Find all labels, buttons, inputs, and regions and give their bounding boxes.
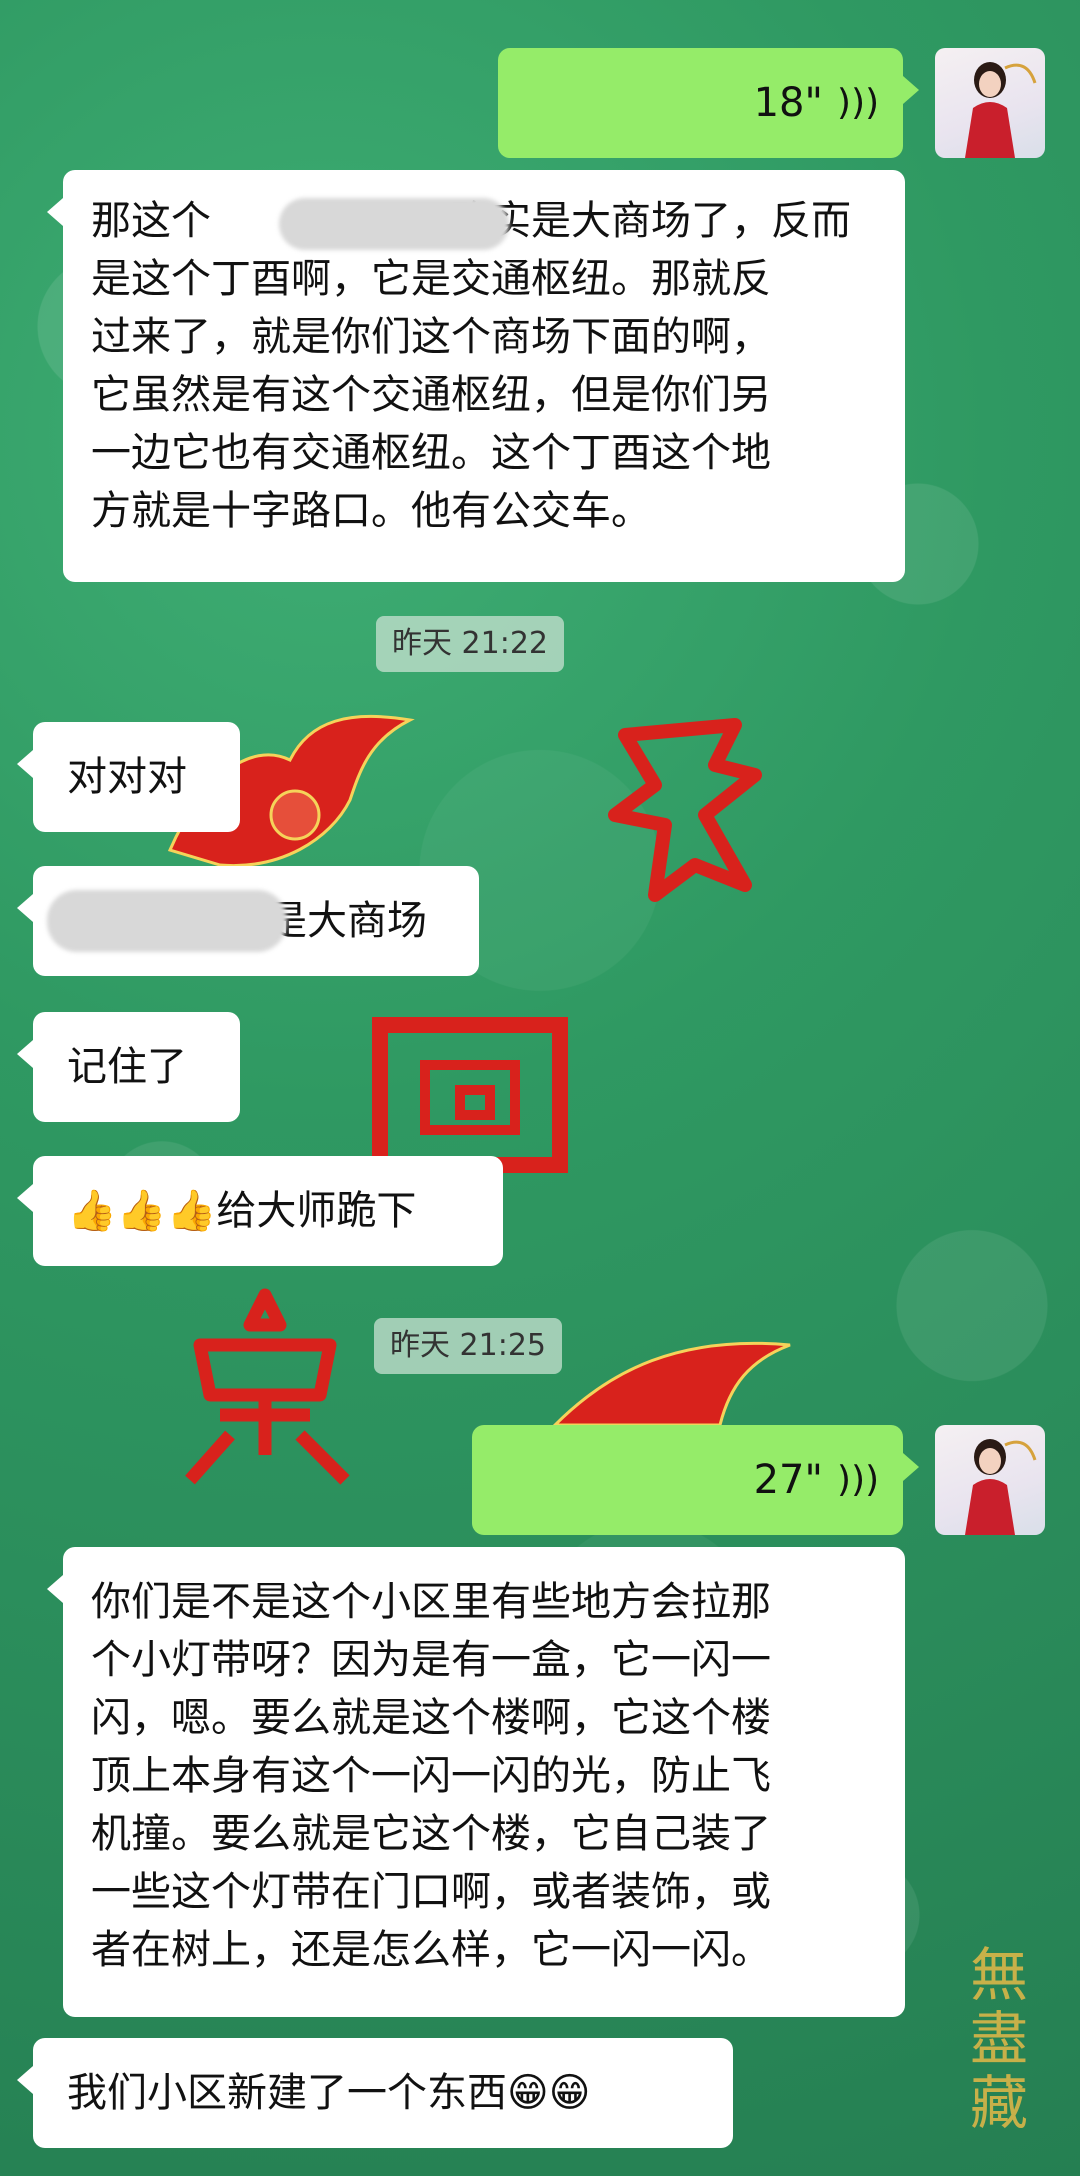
received-message-bubble[interactable]: 你们是不是这个小区里有些地方会拉那 个小灯带呀？因为是有一盒，它一闪一 闪，嗯。… xyxy=(47,1547,905,2017)
message-line: 机撞。要么就是它这个楼，它自己装了 xyxy=(91,1811,771,1857)
voice-duration: 27" xyxy=(753,1457,823,1503)
voice-wave-icon: ((( xyxy=(836,1460,879,1501)
voice-duration: 18" xyxy=(753,80,823,126)
message-line: 过来了，就是你们这个商场下面的啊， xyxy=(91,314,771,360)
watermark-logo: 無盡藏 xyxy=(960,1944,1028,2136)
decorative-red-glyph-4 xyxy=(185,1288,350,1485)
message-line: 个小灯带呀？因为是有一盒，它一闪一 xyxy=(91,1637,771,1683)
message-text: 给大师跪下 xyxy=(216,1188,417,1234)
received-message-bubble[interactable]: 那这个 确实是大商场了，反而 是这个丁酉啊，它是交通枢纽。那就反 过来了，就是你们… xyxy=(47,170,905,582)
voice-message-bubble[interactable]: 27" ((( xyxy=(472,1425,919,1535)
received-message-bubble[interactable]: 是大商场 xyxy=(17,866,479,976)
avatar[interactable] xyxy=(935,1425,1045,1535)
message-text: 对对对 xyxy=(67,754,187,800)
message-line: 它虽然是有这个交通枢纽，但是你们另 xyxy=(91,372,771,418)
thumbs-up-emoji: 👍👍👍 xyxy=(67,1188,217,1234)
received-message-bubble[interactable]: 对对对 xyxy=(17,722,240,832)
timestamp: 昨天 21:22 xyxy=(376,616,564,672)
message-line: 一边它也有交通枢纽。这个丁酉这个地 xyxy=(91,430,771,476)
message-line: 是这个丁酉啊，它是交通枢纽。那就反 xyxy=(91,256,771,302)
decorative-red-symbol-5 xyxy=(551,1341,791,1427)
message-line: 你们是不是这个小区里有些地方会拉那 xyxy=(91,1579,771,1625)
message-text: 我们小区新建了一个东西 xyxy=(67,2070,507,2116)
decorative-red-glyph-3 xyxy=(372,1017,568,1173)
message-text: 记住了 xyxy=(67,1044,187,1090)
redacted-blur xyxy=(47,890,287,952)
avatar-image xyxy=(965,62,1037,158)
message-line: 闪，嗯。要么就是这个楼啊，它这个楼 xyxy=(91,1695,771,1741)
timestamp: 昨天 21:25 xyxy=(374,1318,562,1374)
message-line: 顶上本身有这个一闪一闪的光，防止飞 xyxy=(91,1753,771,1799)
received-message-bubble[interactable]: 记住了 xyxy=(17,1012,240,1122)
redacted-blur xyxy=(279,198,509,250)
voice-wave-icon: ((( xyxy=(836,83,879,124)
message-line: 者在树上，还是怎么样，它一闪一闪。 xyxy=(91,1927,771,1973)
avatar-image xyxy=(965,1439,1037,1535)
received-message-bubble[interactable]: 👍👍👍给大师跪下 xyxy=(17,1156,503,1266)
grin-emoji: 😁😁 xyxy=(507,2070,591,2116)
message-line: 一些这个灯带在门口啊，或者装饰，或 xyxy=(91,1869,771,1915)
received-message-bubble[interactable]: 我们小区新建了一个东西😁😁 xyxy=(17,2038,733,2148)
voice-message-bubble[interactable]: 18" ((( xyxy=(498,48,919,158)
avatar[interactable] xyxy=(935,48,1045,158)
message-line: 方就是十字路口。他有公交车。 xyxy=(91,488,651,534)
decorative-red-glyph-2 xyxy=(608,718,762,902)
